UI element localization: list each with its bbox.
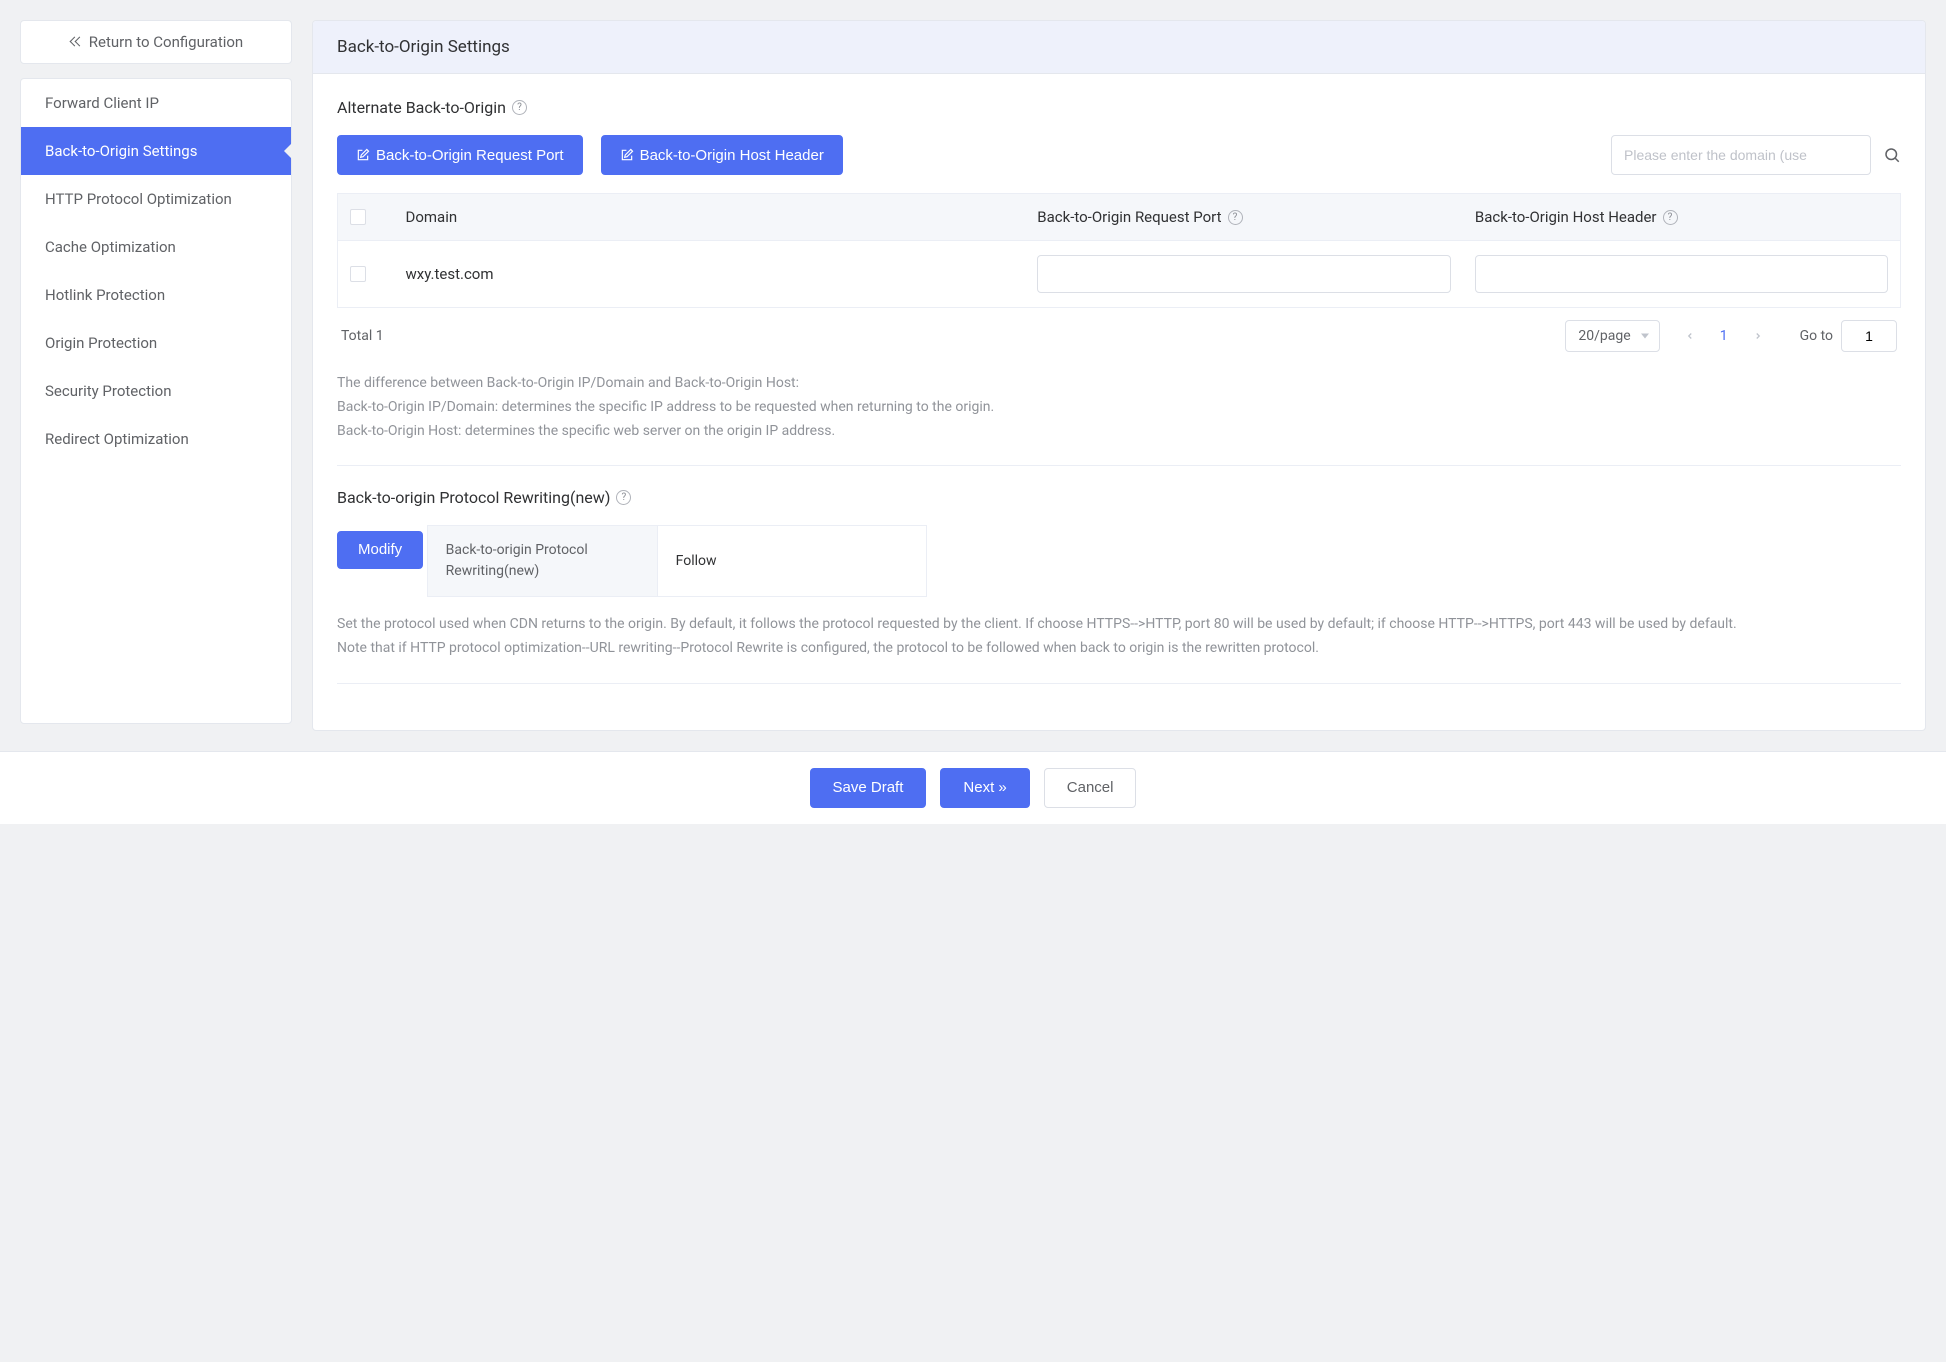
host-header-input[interactable] (1475, 255, 1888, 293)
sidebar-item-forward-client-ip[interactable]: Forward Client IP (21, 79, 291, 127)
edit-icon (620, 148, 634, 162)
row-checkbox[interactable] (350, 266, 366, 282)
request-port-input[interactable] (1037, 255, 1451, 293)
back-to-origin-host-header-button[interactable]: Back-to-Origin Host Header (601, 135, 843, 175)
next-page-button[interactable] (1742, 320, 1774, 352)
domain-value: wxy.test.com (406, 265, 494, 283)
modify-button[interactable]: Modify (337, 531, 423, 569)
alternate-toolbar: Back-to-Origin Request Port Back-to-Orig… (337, 135, 1901, 175)
save-draft-button[interactable]: Save Draft (810, 768, 927, 808)
return-label: Return to Configuration (89, 33, 243, 51)
edit-icon (356, 148, 370, 162)
sidebar: Return to Configuration Forward Client I… (20, 20, 292, 731)
table-row: wxy.test.com (338, 241, 1901, 308)
help-icon[interactable]: ? (512, 100, 527, 115)
total-label: Total (341, 328, 372, 344)
total-value: 1 (376, 328, 384, 344)
divider (337, 465, 1901, 466)
cancel-button[interactable]: Cancel (1044, 768, 1137, 808)
prev-page-button[interactable] (1674, 320, 1706, 352)
protocol-kv-key: Back-to-origin Protocol Rewriting(new) (428, 526, 658, 596)
back-to-origin-request-port-button[interactable]: Back-to-Origin Request Port (337, 135, 583, 175)
goto-page-input[interactable] (1841, 320, 1897, 352)
protocol-kv-value: Follow (658, 526, 926, 596)
col-domain-header: Domain (406, 208, 458, 226)
chevron-left-icon (1685, 331, 1695, 341)
page-title: Back-to-Origin Settings (313, 21, 1925, 74)
sidebar-item-cache-optimization[interactable]: Cache Optimization (21, 223, 291, 271)
next-button[interactable]: Next » (940, 768, 1029, 808)
return-to-configuration-link[interactable]: Return to Configuration (20, 20, 292, 64)
domain-search-input[interactable] (1611, 135, 1871, 175)
protocol-kv-table: Back-to-origin Protocol Rewriting(new) F… (427, 525, 927, 597)
sidebar-item-security-protection[interactable]: Security Protection (21, 367, 291, 415)
protocol-help-text: Set the protocol used when CDN returns t… (337, 613, 1901, 661)
footer-actions: Save Draft Next » Cancel (0, 751, 1946, 824)
help-icon[interactable]: ? (616, 490, 631, 505)
page-number[interactable]: 1 (1720, 328, 1728, 344)
domain-table: Domain Back-to-Origin Request Port? Back… (337, 193, 1901, 308)
double-chevron-left-icon (69, 35, 83, 49)
sidebar-item-hotlink-protection[interactable]: Hotlink Protection (21, 271, 291, 319)
sidebar-item-origin-protection[interactable]: Origin Protection (21, 319, 291, 367)
search-icon[interactable] (1883, 146, 1901, 164)
chevron-right-icon (1753, 331, 1763, 341)
page-size-select[interactable]: 20/page (1565, 320, 1659, 352)
sidebar-item-http-protocol-optimization[interactable]: HTTP Protocol Optimization (21, 175, 291, 223)
help-icon[interactable]: ? (1228, 210, 1243, 225)
sidebar-nav: Forward Client IP Back-to-Origin Setting… (20, 78, 292, 724)
divider (337, 683, 1901, 684)
section-title-alternate: Alternate Back-to-Origin ? (337, 98, 1901, 117)
help-icon[interactable]: ? (1663, 210, 1678, 225)
alternate-help-text: The difference between Back-to-Origin IP… (337, 372, 1901, 443)
select-all-checkbox[interactable] (350, 209, 366, 225)
col-host-header-header: Back-to-Origin Host Header (1475, 208, 1657, 226)
chevron-down-icon (1641, 334, 1649, 339)
goto-label: Go to (1800, 328, 1833, 344)
col-request-port-header: Back-to-Origin Request Port (1037, 208, 1221, 226)
sidebar-item-redirect-optimization[interactable]: Redirect Optimization (21, 415, 291, 463)
section-title-protocol-rewriting: Back-to-origin Protocol Rewriting(new) ? (337, 488, 1901, 507)
pagination: Total 1 20/page 1 Go to (337, 308, 1901, 370)
sidebar-item-back-to-origin-settings[interactable]: Back-to-Origin Settings (21, 127, 291, 175)
main-panel: Back-to-Origin Settings Alternate Back-t… (312, 20, 1926, 731)
